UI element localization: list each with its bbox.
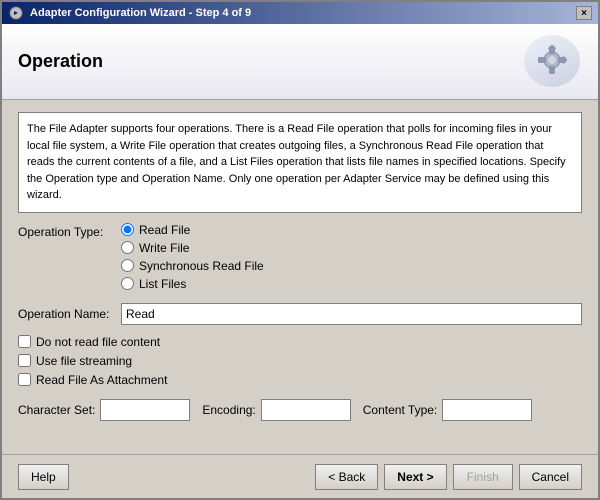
content-type-group: Content Type: xyxy=(363,399,533,421)
chk-no-read[interactable] xyxy=(18,335,31,348)
chk-attachment[interactable] xyxy=(18,373,31,386)
main-body: The File Adapter supports four operation… xyxy=(2,100,598,454)
back-button[interactable]: < Back xyxy=(315,464,378,490)
gear-icon xyxy=(522,34,582,89)
form-section: Operation Type: Read File Write File xyxy=(18,223,582,421)
cancel-button[interactable]: Cancel xyxy=(519,464,582,490)
radio-list-files-label: List Files xyxy=(139,277,186,291)
operation-name-input[interactable] xyxy=(121,303,582,325)
description-box: The File Adapter supports four operation… xyxy=(18,112,582,213)
finish-button[interactable]: Finish xyxy=(453,464,513,490)
radio-list-files[interactable] xyxy=(121,277,134,290)
title-bar-left: Adapter Configuration Wizard - Step 4 of… xyxy=(8,5,251,21)
wizard-window: Adapter Configuration Wizard - Step 4 of… xyxy=(0,0,600,500)
radio-write-file-label: Write File xyxy=(139,241,189,255)
chk-attachment-label: Read File As Attachment xyxy=(36,373,167,387)
help-button[interactable]: Help xyxy=(18,464,69,490)
encoding-row: Character Set: Encoding: Content Type: xyxy=(18,399,582,421)
operation-type-label: Operation Type: xyxy=(18,223,113,239)
charset-label: Character Set: xyxy=(18,403,95,417)
encoding-group: Encoding: xyxy=(202,399,350,421)
radio-item-list-files[interactable]: List Files xyxy=(121,277,264,291)
close-button[interactable]: × xyxy=(576,6,592,20)
operation-name-row: Operation Name: xyxy=(18,303,582,325)
radio-write-file[interactable] xyxy=(121,241,134,254)
footer-left: Help xyxy=(18,464,69,490)
description-text: The File Adapter supports four operation… xyxy=(27,123,566,201)
radio-read-file[interactable] xyxy=(121,223,134,236)
footer: Help < Back Next > Finish Cancel xyxy=(2,454,598,498)
radio-sync-read-label: Synchronous Read File xyxy=(139,259,264,273)
page-title: Operation xyxy=(18,51,103,72)
chk-no-read-label: Do not read file content xyxy=(36,335,160,349)
window-icon xyxy=(8,5,24,21)
radio-sync-read[interactable] xyxy=(121,259,134,272)
radio-read-file-label: Read File xyxy=(139,223,190,237)
charset-input[interactable] xyxy=(100,399,190,421)
content-area: Operation xyxy=(2,24,598,498)
footer-right: < Back Next > Finish Cancel xyxy=(315,464,582,490)
checkboxes-section: Do not read file content Use file stream… xyxy=(18,335,582,387)
radio-item-sync-read[interactable]: Synchronous Read File xyxy=(121,259,264,273)
content-type-input[interactable] xyxy=(442,399,532,421)
encoding-input[interactable] xyxy=(261,399,351,421)
operation-type-row: Operation Type: Read File Write File xyxy=(18,223,582,291)
next-button[interactable]: Next > xyxy=(384,464,446,490)
radio-item-write-file[interactable]: Write File xyxy=(121,241,264,255)
radio-group: Read File Write File Synchronous Read Fi… xyxy=(121,223,264,291)
title-bar: Adapter Configuration Wizard - Step 4 of… xyxy=(2,2,598,24)
checkbox-attachment[interactable]: Read File As Attachment xyxy=(18,373,582,387)
content-type-label: Content Type: xyxy=(363,403,438,417)
header-section: Operation xyxy=(2,24,598,100)
operation-name-label: Operation Name: xyxy=(18,307,113,321)
radio-item-read-file[interactable]: Read File xyxy=(121,223,264,237)
encoding-label: Encoding: xyxy=(202,403,255,417)
charset-group: Character Set: xyxy=(18,399,190,421)
checkbox-streaming[interactable]: Use file streaming xyxy=(18,354,582,368)
chk-streaming[interactable] xyxy=(18,354,31,367)
checkbox-no-read[interactable]: Do not read file content xyxy=(18,335,582,349)
chk-streaming-label: Use file streaming xyxy=(36,354,132,368)
window-title: Adapter Configuration Wizard - Step 4 of… xyxy=(30,7,251,19)
